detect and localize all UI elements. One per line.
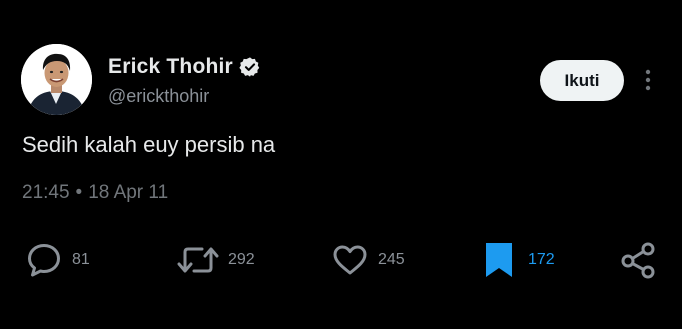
tweet-card: Erick Thohir @erickthohir Ikuti Sedih ka… xyxy=(0,0,682,329)
like-button[interactable]: 245 xyxy=(330,238,405,282)
tweet-text: Sedih kalah euy persib na xyxy=(22,132,276,157)
retweet-count: 292 xyxy=(228,251,255,268)
bookmark-icon xyxy=(484,240,514,280)
share-button[interactable] xyxy=(618,238,658,282)
verified-badge-icon xyxy=(239,56,261,78)
retweet-icon xyxy=(176,240,220,280)
tweet-date: 18 Apr 11 xyxy=(88,182,169,203)
heart-icon xyxy=(330,240,370,280)
bookmark-button[interactable]: 172 xyxy=(484,238,555,282)
tweet-time: 21:45 xyxy=(22,182,70,203)
follow-button[interactable]: Ikuti xyxy=(540,60,624,101)
share-icon xyxy=(618,240,658,280)
tweet-timestamp[interactable]: 21:45 • 18 Apr 11 xyxy=(22,182,168,204)
avatar[interactable] xyxy=(21,44,92,115)
reply-icon xyxy=(24,240,64,280)
reply-button[interactable]: 81 xyxy=(24,238,90,282)
like-count: 245 xyxy=(378,251,405,268)
meta-separator: • xyxy=(75,182,83,203)
retweet-button[interactable]: 292 xyxy=(176,238,255,282)
display-name[interactable]: Erick Thohir xyxy=(108,55,233,79)
reply-count: 81 xyxy=(72,251,90,268)
user-handle[interactable]: @erickthohir xyxy=(108,86,209,107)
name-row: Erick Thohir xyxy=(108,55,261,79)
bookmark-count: 172 xyxy=(528,251,555,268)
more-vertical-icon[interactable] xyxy=(640,66,656,94)
